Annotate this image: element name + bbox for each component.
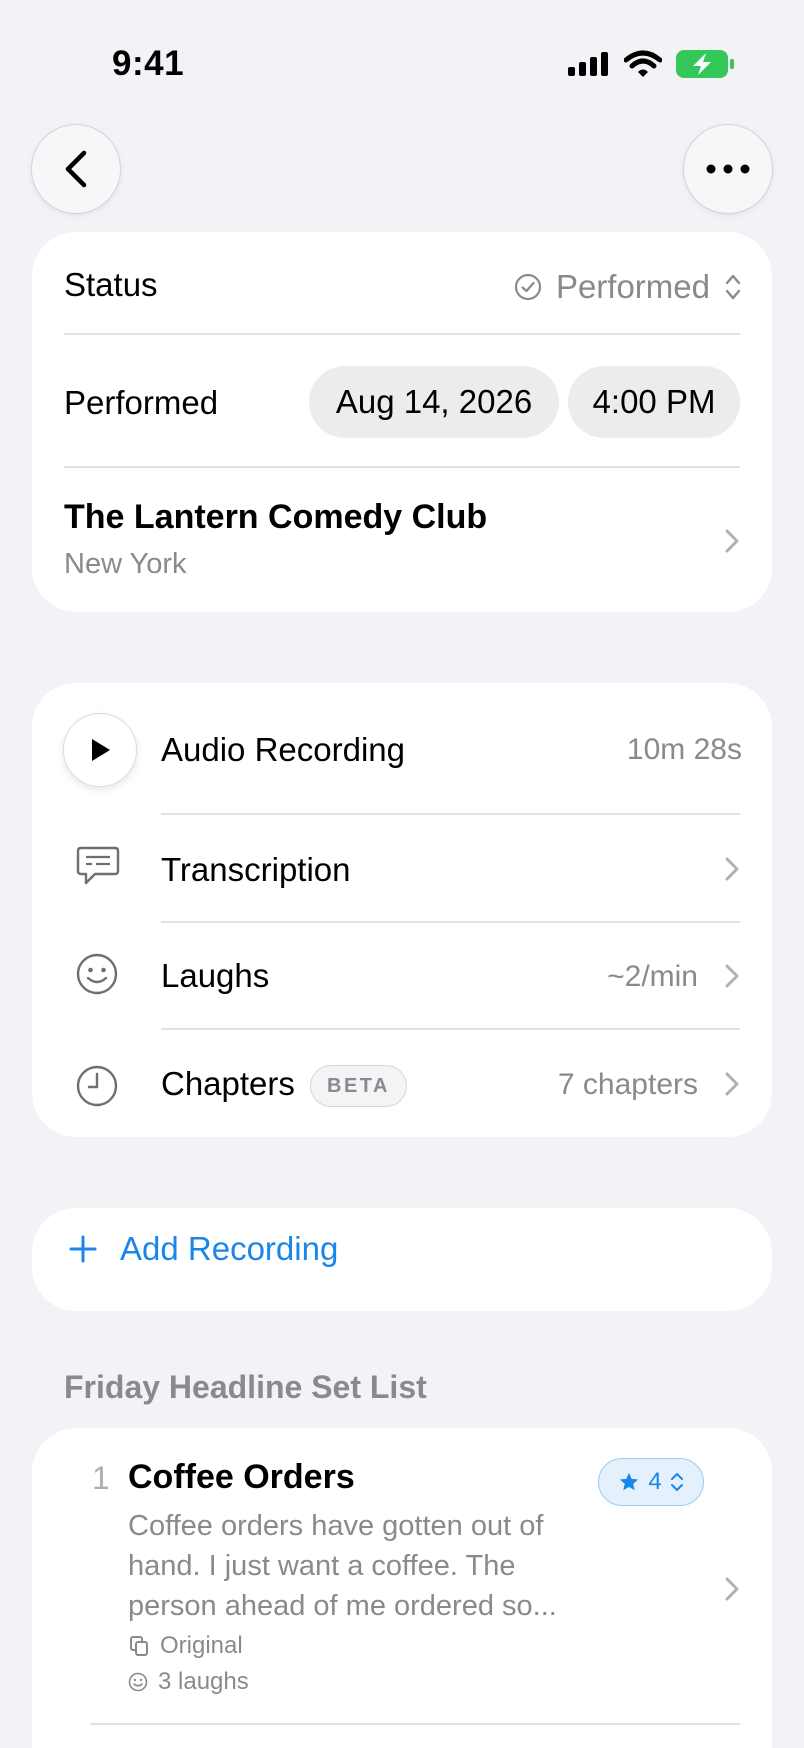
- chevron-right-icon: [725, 964, 739, 988]
- transcription-label: Transcription: [161, 851, 351, 888]
- status-picker[interactable]: Performed: [514, 268, 742, 306]
- add-recording-button[interactable]: Add Recording: [32, 1208, 772, 1311]
- set-list-card: 1 Coffee Orders Coffee orders have gotte…: [32, 1428, 772, 1748]
- copy-icon: [130, 1636, 148, 1656]
- date-picker[interactable]: Aug 14, 2026: [309, 366, 559, 438]
- rating-value: 4: [648, 1468, 662, 1495]
- divider: [64, 333, 740, 335]
- joke-title: Coffee Orders: [128, 1458, 355, 1496]
- chevron-right-icon: [725, 1072, 739, 1096]
- audio-recording-label: Audio Recording: [161, 731, 405, 768]
- clock-icon: [76, 1065, 118, 1107]
- smiley-icon: [76, 953, 118, 995]
- back-button[interactable]: [31, 124, 121, 214]
- divider: [161, 1028, 740, 1030]
- cellular-signal-icon: [568, 52, 608, 76]
- message-icon: [76, 846, 120, 885]
- status-icons: [568, 50, 734, 78]
- performed-label: Performed: [64, 384, 219, 421]
- wifi-icon: [624, 50, 662, 77]
- rating-picker[interactable]: 4: [598, 1458, 704, 1506]
- star-icon: [620, 1472, 639, 1491]
- add-recording-content: Add Recording: [68, 1230, 338, 1268]
- joke-laughs-label: 3 laughs: [158, 1668, 249, 1695]
- status-label: Status: [64, 266, 158, 303]
- details-card: Status Performed Performed Aug 14, 2026 …: [32, 232, 772, 612]
- recording-card: Audio Recording 10m 28s Transcription La…: [32, 683, 772, 1137]
- plus-icon: [69, 1235, 97, 1263]
- joke-version: Original: [128, 1632, 243, 1660]
- status-bar: 9:41: [0, 0, 804, 120]
- venue-city: New York: [64, 548, 187, 580]
- chevron-right-icon: [725, 529, 739, 553]
- divider: [90, 1723, 740, 1725]
- laughs-value: ~2/min: [607, 960, 698, 993]
- time-picker[interactable]: 4:00 PM: [568, 366, 740, 438]
- set-list-title: Friday Headline Set List: [64, 1369, 427, 1405]
- chapters-count: 7 chapters: [557, 1068, 698, 1101]
- chevron-right-icon: [725, 1577, 739, 1601]
- joke-version-label: Original: [160, 1632, 243, 1659]
- status-time: 9:41: [112, 44, 185, 83]
- divider: [161, 813, 740, 815]
- joke-laughs: 3 laughs: [128, 1668, 249, 1696]
- play-button[interactable]: [63, 713, 137, 787]
- joke-excerpt: Coffee orders have gotten out of hand. I…: [128, 1510, 557, 1622]
- add-recording-label: Add Recording: [120, 1230, 339, 1267]
- more-options-button[interactable]: [683, 124, 773, 214]
- chevron-left-icon: [65, 150, 87, 188]
- joke-number: 1: [92, 1460, 110, 1496]
- updown-chevron-icon: [725, 274, 741, 300]
- divider: [64, 466, 740, 468]
- smiley-icon: [128, 1672, 148, 1692]
- play-icon: [92, 739, 110, 761]
- divider: [161, 921, 740, 923]
- ellipsis-icon: [706, 164, 750, 174]
- chevron-right-icon: [725, 857, 739, 881]
- laughs-label: Laughs: [161, 957, 270, 994]
- check-circle-icon: [514, 273, 542, 301]
- venue-name: The Lantern Comedy Club: [64, 498, 488, 536]
- battery-charging-icon: [676, 50, 734, 78]
- status-value: Performed: [555, 268, 710, 305]
- audio-duration: 10m 28s: [626, 733, 742, 766]
- updown-chevron-icon: [670, 1473, 683, 1491]
- beta-badge: BETA: [310, 1065, 407, 1107]
- chapters-label: Chapters: [161, 1065, 295, 1102]
